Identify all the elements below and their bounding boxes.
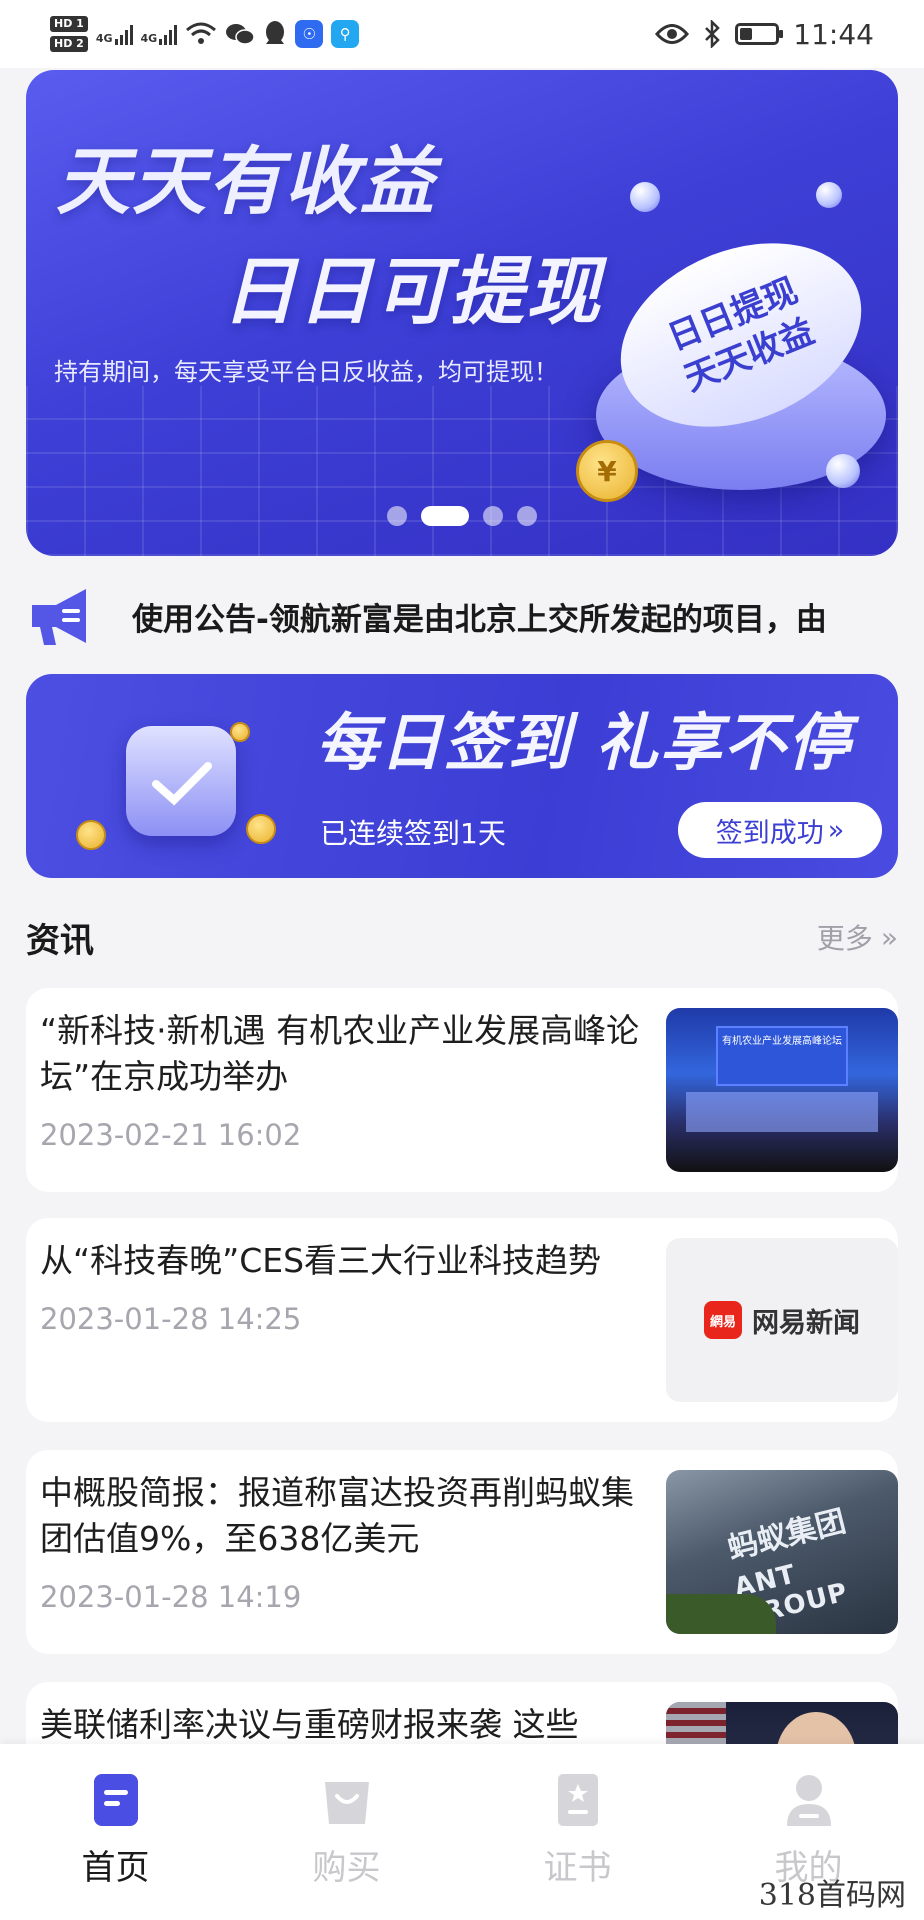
hero-headline-2: 日日可提现 [222, 249, 602, 335]
hd2-badge: HD 2 [50, 36, 88, 52]
profile-icon [786, 1775, 831, 1826]
bottom-tab-bar: 首页 购买 证书 我的 318首码网 [0, 1744, 924, 1920]
status-left: HD 1 HD 2 4G 4G ☉ ⚲ [50, 16, 360, 52]
carousel-dot[interactable] [483, 506, 503, 526]
double-chevron-right-icon: » [827, 814, 845, 846]
bluetooth-icon [705, 20, 721, 48]
signal-bars-icon [114, 23, 133, 45]
wechat-icon [226, 24, 255, 45]
double-chevron-right-icon: » [880, 920, 898, 954]
tab-label: 证书 [543, 1848, 612, 1888]
more-label: 更多 [816, 922, 873, 955]
carousel-indicator [26, 506, 898, 526]
news-item[interactable]: 中概股简报：报道称富达投资再削蚂蚁集团估值9%，至638亿美元 2023-01-… [26, 1450, 898, 1654]
checkin-illustration [76, 704, 276, 850]
hero-headline-1: 天天有收益 [56, 139, 436, 225]
checkin-streak: 已连续签到1天 [320, 817, 506, 850]
news-item[interactable]: 从“科技春晚”CES看三大行业科技趋势 2023-01-28 14:25 網易 … [26, 1218, 898, 1422]
news-item-title: 中概股简报：报道称富达投资再削蚂蚁集团估值9%，至638亿美元 [40, 1473, 634, 1558]
checkin-bag [126, 726, 236, 836]
hero-subtitle: 持有期间，每天享受平台日反收益，均可提现！ [54, 358, 558, 386]
news-item-date: 2023-01-28 14:25 [40, 1302, 302, 1336]
home-doc-icon [93, 1774, 138, 1826]
bubble-decoration [826, 454, 860, 488]
news-more-link[interactable]: 更多 » [817, 917, 898, 957]
news-item-title: 从“科技春晚”CES看三大行业科技趋势 [40, 1241, 602, 1280]
certificate-icon [557, 1774, 598, 1826]
news-item-date: 2023-01-28 14:19 [40, 1580, 302, 1614]
carousel-dot[interactable] [517, 506, 537, 526]
thumbnail-trees [666, 1594, 776, 1634]
news-item[interactable]: “新科技·新机遇 有机农业产业发展高峰论坛”在京成功举办 2023-02-21 … [26, 988, 898, 1192]
announcement-text: 使用公告-领航新富是由北京上交所发起的项目，由 [132, 601, 827, 638]
checkin-button-label: 签到成功 [715, 817, 824, 849]
netease-brand-name: 网易新闻 [752, 1307, 860, 1339]
hero-banner-carousel[interactable]: 天天有收益 日日可提现 持有期间，每天享受平台日反收益，均可提现！ 日日提现 天… [26, 70, 898, 556]
site-watermark: 318首码网 [758, 1878, 906, 1913]
news-thumbnail: 網易 网易新闻 [666, 1238, 898, 1402]
news-item-date: 2023-02-21 16:02 [40, 1118, 302, 1152]
tab-home[interactable]: 首页 [0, 1744, 231, 1920]
news-section-header: 资讯 更多 » [26, 912, 898, 962]
megaphone-icon [32, 589, 86, 645]
search-app-icon: ⚲ [331, 20, 360, 48]
signal-bars-icon [159, 23, 178, 45]
signal-1: 4G [96, 23, 133, 45]
announcement-ticker[interactable]: 使用公告-领航新富是由北京上交所发起的项目，由 [26, 582, 924, 650]
news-item-title: “新科技·新机遇 有机农业产业发展高峰论坛”在京成功举办 [40, 1011, 640, 1096]
news-item-title: 美联储利率决议与重磅财报来袭 这些 [40, 1705, 579, 1744]
signal-2: 4G [141, 23, 178, 45]
tab-label: 首页 [81, 1848, 150, 1888]
bubble-decoration [816, 182, 842, 208]
hd1-badge: HD 1 [50, 16, 88, 32]
eye-icon [655, 24, 690, 44]
battery-icon [735, 23, 784, 45]
coin-icon [246, 814, 276, 844]
status-right: 11:44 [655, 18, 874, 51]
bulb-app-icon: ☉ [295, 20, 324, 48]
daily-checkin-banner[interactable]: 每日签到 礼享不停 已连续签到1天 签到成功 » [26, 674, 898, 878]
bubble-decoration [630, 182, 660, 212]
thumbnail-caption: 有机农业产业发展高峰论坛 [722, 1036, 842, 1047]
status-bar: HD 1 HD 2 4G 4G ☉ ⚲ 11:44 [0, 0, 924, 68]
tab-certificate[interactable]: 证书 [462, 1744, 693, 1920]
thumbnail-screen: 有机农业产业发展高峰论坛 [716, 1026, 848, 1086]
net-type-2: 4G [140, 32, 158, 45]
coin-icon: ¥ [576, 440, 638, 502]
qq-icon [266, 21, 285, 44]
carousel-dot[interactable] [387, 506, 407, 526]
shopping-bag-icon [324, 1782, 369, 1824]
checkmark-icon [152, 762, 212, 806]
coin-icon [76, 820, 106, 850]
hd-indicators: HD 1 HD 2 [50, 16, 88, 52]
news-section-title: 资讯 [26, 920, 94, 961]
carousel-dot-active[interactable] [421, 506, 469, 526]
news-thumbnail: 蚂蚁集团 ANT GROUP [666, 1470, 898, 1634]
clock: 11:44 [793, 17, 874, 51]
checkin-title: 每日签到 礼享不停 [316, 706, 852, 779]
checkin-button[interactable]: 签到成功 » [678, 802, 882, 858]
coin-icon [230, 722, 250, 742]
tab-buy[interactable]: 购买 [231, 1744, 462, 1920]
netease-logo-icon: 網易 [704, 1301, 742, 1339]
wifi-icon [186, 22, 217, 44]
thumbnail-stage [686, 1092, 878, 1132]
tab-label: 购买 [312, 1848, 381, 1888]
news-thumbnail: 有机农业产业发展高峰论坛 [666, 1008, 898, 1172]
net-type-1: 4G [95, 32, 113, 45]
